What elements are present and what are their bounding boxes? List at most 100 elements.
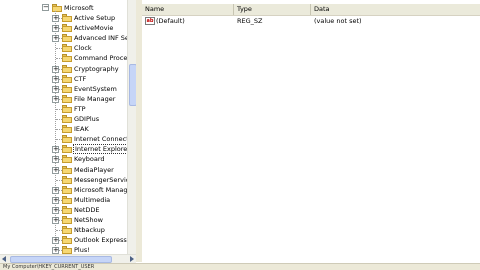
expand-icon[interactable]: + xyxy=(52,206,59,214)
folder-icon xyxy=(62,115,72,123)
tree-item[interactable]: + Outlook Express xyxy=(0,235,127,245)
tree-label: NetShow xyxy=(74,216,103,224)
folder-icon xyxy=(62,246,72,254)
tree-item[interactable]: + NetDDE xyxy=(0,205,127,215)
tree-item[interactable]: GDIPlus xyxy=(0,114,127,124)
tree-label: Outlook Express xyxy=(74,236,127,245)
expand-icon[interactable]: + xyxy=(52,85,59,93)
folder-icon xyxy=(62,185,72,194)
tree-label: MessengerService xyxy=(74,175,134,184)
tree-label: ActiveMovie xyxy=(74,24,114,33)
value-name: (Default) xyxy=(156,17,185,25)
tree-item[interactable]: + Microsoft Manage xyxy=(0,185,131,195)
scroll-left-icon[interactable] xyxy=(2,256,6,262)
expand-icon[interactable]: + xyxy=(52,25,59,33)
folder-icon xyxy=(62,205,72,214)
scroll-right-icon[interactable] xyxy=(130,256,134,262)
tree-item[interactable]: + Cryptography xyxy=(0,64,127,74)
column-header-type[interactable]: Type xyxy=(234,4,311,15)
tree-item[interactable]: MessengerService xyxy=(0,175,133,185)
folder-icon xyxy=(62,155,72,164)
tree-item[interactable]: + EventSystem xyxy=(0,84,127,94)
tree-item[interactable]: Ntbackup xyxy=(0,225,127,235)
expand-icon[interactable]: + xyxy=(52,35,59,43)
folder-icon xyxy=(62,24,72,33)
folder-icon xyxy=(62,104,72,113)
tree-label: NetDDE xyxy=(74,205,100,214)
value-data: (value not set) xyxy=(314,17,362,25)
tree-item[interactable]: + Internet Explorer xyxy=(0,144,132,155)
tree-item[interactable]: + File Manager xyxy=(0,94,127,104)
folder-icon xyxy=(62,145,72,154)
tree-item[interactable]: Clock xyxy=(0,43,127,53)
tree-label: EventSystem xyxy=(74,84,117,93)
expand-icon[interactable]: + xyxy=(52,217,59,224)
tree-label: MediaPlayer xyxy=(74,165,114,174)
expand-icon[interactable]: + xyxy=(52,15,59,22)
expand-icon[interactable]: + xyxy=(52,196,59,204)
tree-item[interactable]: + Active Setup xyxy=(0,13,127,23)
tree-item[interactable]: IEAK xyxy=(0,124,127,134)
expand-icon[interactable]: + xyxy=(52,156,59,164)
tree-item[interactable]: + Advanced INF Set xyxy=(0,33,131,43)
tree-label: FTP xyxy=(74,104,86,113)
folder-icon xyxy=(62,44,72,53)
tree-item[interactable]: + ActiveMovie xyxy=(0,23,127,33)
tree-horizontal-scrollbar[interactable] xyxy=(0,254,136,263)
values-list[interactable]: Name Type Data ab (Default) REG_SZ (valu… xyxy=(142,0,480,256)
folder-icon xyxy=(62,84,72,93)
tree-label: IEAK xyxy=(74,125,89,134)
tree-label: Cryptography xyxy=(74,64,119,73)
tree-item[interactable]: + MediaPlayer xyxy=(0,165,127,175)
folder-icon xyxy=(62,125,72,134)
tree-label: Internet Connect xyxy=(74,135,129,144)
registry-tree[interactable]: − Microsoft + Active Setup + ActiveMovie + Ad… xyxy=(0,0,135,254)
folder-icon xyxy=(62,226,72,235)
value-type: REG_SZ xyxy=(237,17,263,25)
expand-icon[interactable]: + xyxy=(52,75,59,83)
tree-item[interactable]: + NetShow xyxy=(0,215,127,225)
folder-icon xyxy=(62,165,72,174)
folder-icon xyxy=(62,64,72,73)
folder-icon xyxy=(62,54,72,63)
tree-item[interactable]: Internet Connect xyxy=(0,134,129,144)
folder-icon xyxy=(62,34,72,43)
folder-icon xyxy=(62,14,72,22)
folder-icon xyxy=(62,74,72,83)
folder-icon xyxy=(62,175,72,184)
status-bar: My Computer\HKEY_CURRENT_USER xyxy=(0,263,480,270)
folder-icon xyxy=(62,94,72,103)
folder-icon xyxy=(62,135,72,144)
string-value-icon: ab xyxy=(145,17,155,25)
expand-icon[interactable]: + xyxy=(52,166,59,174)
expand-icon[interactable]: + xyxy=(52,237,59,245)
collapse-icon[interactable]: − xyxy=(42,4,49,11)
tree-root-microsoft[interactable]: − Microsoft xyxy=(0,3,127,13)
tree-label: Internet Explorer xyxy=(73,144,132,155)
tree-label: Microsoft Manage xyxy=(74,185,132,194)
tree-item[interactable]: Command Process xyxy=(0,53,134,63)
expand-icon[interactable]: + xyxy=(52,186,59,194)
column-header-data[interactable]: Data xyxy=(311,4,480,15)
expand-icon[interactable]: + xyxy=(52,65,59,73)
tree-item[interactable]: FTP xyxy=(0,104,127,114)
tree-item[interactable]: + Plus! xyxy=(0,245,127,254)
expand-icon[interactable]: + xyxy=(52,247,59,254)
tree-label: CTF xyxy=(74,74,87,83)
expand-icon[interactable]: + xyxy=(52,146,59,154)
tree-item[interactable]: + Keyboard xyxy=(0,154,127,164)
folder-icon xyxy=(62,236,72,245)
scrollbar-thumb[interactable] xyxy=(10,256,112,263)
expand-icon[interactable]: + xyxy=(52,95,59,103)
tree-item[interactable]: + Multimedia xyxy=(0,195,127,205)
tree-label: Plus! xyxy=(74,246,90,254)
tree-label: Keyboard xyxy=(74,155,105,164)
tree-label: Ntbackup xyxy=(74,226,105,235)
tree-label: Multimedia xyxy=(74,195,111,204)
tree-item[interactable]: + CTF xyxy=(0,74,127,84)
tree-label: File Manager xyxy=(74,94,116,103)
folder-icon xyxy=(62,195,72,204)
folder-icon xyxy=(62,216,72,224)
list-item[interactable]: ab (Default) REG_SZ (value not set) xyxy=(142,16,480,26)
column-header-name[interactable]: Name xyxy=(142,4,234,15)
